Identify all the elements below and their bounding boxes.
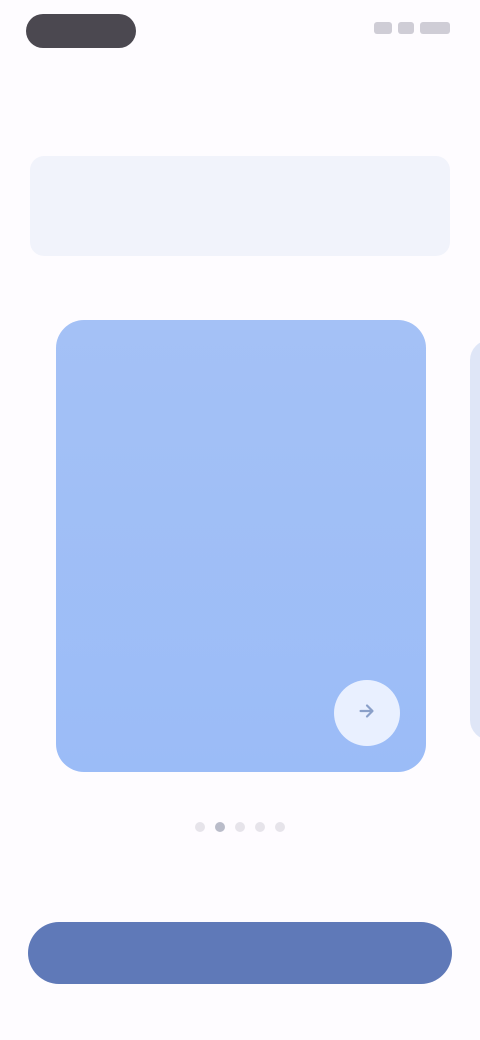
status-icons xyxy=(374,22,450,34)
pagination-dot[interactable] xyxy=(255,822,265,832)
status-time-pill xyxy=(26,14,136,48)
pagination-dot[interactable] xyxy=(195,822,205,832)
signal-icon xyxy=(374,22,392,34)
wifi-icon xyxy=(398,22,414,34)
carousel-card[interactable] xyxy=(56,320,426,772)
card-action-button[interactable] xyxy=(334,680,400,746)
card-carousel[interactable] xyxy=(0,300,480,800)
status-bar xyxy=(0,0,480,60)
pagination-dots xyxy=(0,822,480,832)
pagination-dot[interactable] xyxy=(275,822,285,832)
pagination-dot-active[interactable] xyxy=(215,822,225,832)
primary-button[interactable] xyxy=(28,922,452,984)
battery-icon xyxy=(420,22,450,34)
next-card-peek[interactable] xyxy=(470,340,480,740)
pagination-dot[interactable] xyxy=(235,822,245,832)
arrow-right-icon xyxy=(356,698,378,729)
app-screen xyxy=(0,0,480,1040)
message-box xyxy=(30,156,450,256)
